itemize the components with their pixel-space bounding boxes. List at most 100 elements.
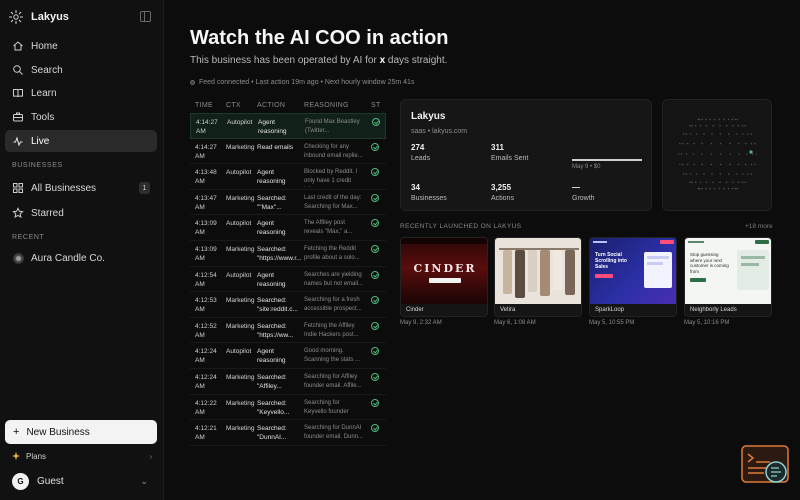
table-row[interactable]: 4:13:48 AM Autopilot Agent reasoning Blocke…: [190, 164, 386, 190]
activity-feed: TIME CTX ACTION REASONING ST 4:14:27 AM A…: [190, 99, 386, 447]
globe-dot: [719, 124, 721, 127]
globe-dot: [736, 118, 738, 121]
table-row[interactable]: 4:12:53 AM Marketing Searched: "site:reddi…: [190, 292, 386, 318]
site-card-vetira[interactable]: Vetira: [494, 237, 582, 317]
globe-dot: [681, 163, 684, 166]
table-row[interactable]: 4:12:24 AM Autopilot Agent reasoning Good m…: [190, 343, 386, 369]
sidebar-item-starred[interactable]: Starred: [5, 202, 157, 224]
row-action: Agent reasoning: [257, 169, 286, 186]
globe-dot: [727, 133, 730, 135]
page-title: Watch the AI COO in action: [190, 27, 449, 49]
globe-dot: [727, 118, 730, 121]
globe-dot: [742, 133, 744, 135]
table-row[interactable]: 4:12:54 AM Autopilot Agent reasoning Search…: [190, 267, 386, 293]
row-time: 4:13:47 AM: [195, 194, 217, 211]
brand-name: Lakyus: [31, 11, 69, 23]
globe-dot: [691, 124, 693, 127]
status-check-icon: [371, 424, 379, 433]
live-icon: [12, 135, 24, 147]
new-business-button[interactable]: + New Business: [5, 420, 157, 444]
table-row[interactable]: 4:12:52 AM Marketing Searched: "https://ww…: [190, 318, 386, 344]
globe-dot: [710, 153, 712, 155]
globe-dot: [713, 118, 716, 121]
globe-highlight-dot: [749, 150, 753, 154]
globe-dot: [732, 124, 734, 127]
sidebar-item-search[interactable]: Search: [5, 59, 157, 81]
businesses-count-badge: 1: [139, 182, 150, 194]
recently-launched-label: RECENTLY LAUNCHED ON LAKYUS: [400, 223, 522, 230]
status-check-icon: [371, 142, 379, 151]
status-check-icon: [371, 193, 379, 202]
globe-dot: [746, 153, 748, 155]
row-context: Marketing: [226, 194, 255, 202]
globe-dot: [750, 133, 753, 135]
globe-dot: [737, 181, 740, 184]
row-reasoning: Found Max Beastley (Twitter...: [305, 119, 360, 134]
globe-dot: [727, 173, 730, 175]
site-name: Neighborly Leads: [690, 307, 737, 313]
site-card-sparkloop[interactable]: Turn Social Scrolling into Sales SparkLo…: [589, 237, 677, 317]
business-domain: saas • lakyus.com: [411, 128, 468, 135]
globe-dot: [713, 187, 716, 190]
row-time: 4:12:24 AM: [195, 374, 217, 390]
sidebar-item-label: Home: [31, 40, 58, 52]
sidebar-item-learn[interactable]: Learn: [5, 82, 157, 104]
more-sites-link[interactable]: +18 more: [745, 223, 773, 230]
globe-visual-card: [662, 99, 772, 211]
row-reasoning: Blocked by Reddit. I only have 1 credit …: [304, 169, 358, 185]
stat-label: Businesses: [411, 195, 447, 202]
globe-dot: [725, 181, 728, 184]
row-action: Searched: "Affiley...: [257, 374, 287, 390]
globe-dot: [719, 142, 722, 145]
activity-table-header: TIME CTX ACTION REASONING ST: [190, 99, 386, 113]
row-time: 4:13:48 AM: [195, 169, 217, 186]
globe-dot: [693, 142, 695, 145]
chat-assistant-icon[interactable]: [741, 444, 791, 486]
globe-dot: [685, 153, 688, 155]
globe-dot: [723, 118, 725, 121]
globe-dot: [720, 153, 722, 155]
stat-value: 311: [491, 143, 504, 152]
globe-dot: [711, 173, 713, 175]
row-context: Autopilot: [226, 169, 252, 177]
sidebar-item-all-businesses[interactable]: All Businesses 1: [5, 177, 157, 199]
search-icon: [12, 64, 24, 76]
sidebar-item-live[interactable]: Live: [5, 130, 157, 152]
globe-dot: [744, 124, 746, 127]
row-reasoning: Searching for Keyvello founder email...: [304, 399, 349, 415]
table-row[interactable]: 4:14:27 AM Autopilot Agent reasoning Found …: [190, 113, 386, 139]
site-card-neighborly-leads[interactable]: Stop guessing where your next customer i…: [684, 237, 772, 317]
row-reasoning: Checking for any inbound email replie...: [304, 143, 363, 159]
stat-value: —: [572, 183, 580, 192]
brand[interactable]: Lakyus: [8, 8, 69, 26]
table-row[interactable]: 4:12:22 AM Marketing Searched: "Keyvello..…: [190, 395, 386, 421]
row-action: Searched: "Keyvello...: [257, 399, 290, 416]
table-row[interactable]: 4:14:27 AM Marketing Read emails Checking f…: [190, 139, 386, 165]
row-time: 4:12:52 AM: [195, 322, 217, 339]
table-row[interactable]: 4:13:09 AM Marketing Searched: "https://ww…: [190, 241, 386, 267]
plans-menu[interactable]: Plans ›: [12, 450, 152, 462]
globe-dot: [735, 173, 738, 175]
sidebar-item-recent-aura-candle[interactable]: Aura Candle Co.: [5, 247, 157, 269]
row-time: 4:12:54 AM: [195, 271, 217, 288]
collapse-sidebar-icon[interactable]: [140, 11, 151, 22]
globe-dot: [737, 124, 740, 127]
page-subtitle: This business has been operated by AI fo…: [190, 55, 447, 66]
sidebar-item-home[interactable]: Home: [5, 35, 157, 57]
stat-growth: — Growth: [572, 183, 595, 202]
table-row[interactable]: 4:13:09 AM Autopilot Agent reasoning The Af…: [190, 215, 386, 241]
sidebar-item-tools[interactable]: Tools: [5, 106, 157, 128]
globe-dot: [750, 173, 753, 175]
status-check-icon: [371, 373, 379, 381]
table-row[interactable]: 4:12:21 AM Marketing Searched: "DunnAI... S…: [190, 420, 386, 446]
site-card-cinder[interactable]: CINDER Cinder: [400, 237, 488, 317]
business-stats-card[interactable]: Lakyus saas • lakyus.com 274 Leads 311 E…: [400, 99, 652, 211]
table-row[interactable]: 4:13:47 AM Marketing Searched: ""Max"... La…: [190, 190, 386, 216]
globe-dot: [732, 181, 734, 184]
site-date: May 5, 10:55 PM: [589, 320, 635, 326]
star-icon: [12, 207, 24, 219]
row-time: 4:14:27 AM: [195, 143, 217, 160]
user-menu[interactable]: G Guest ⌄: [12, 472, 152, 490]
row-context: Marketing: [226, 246, 255, 253]
table-row[interactable]: 4:12:24 AM Marketing Searched: "Affiley...…: [190, 369, 386, 395]
